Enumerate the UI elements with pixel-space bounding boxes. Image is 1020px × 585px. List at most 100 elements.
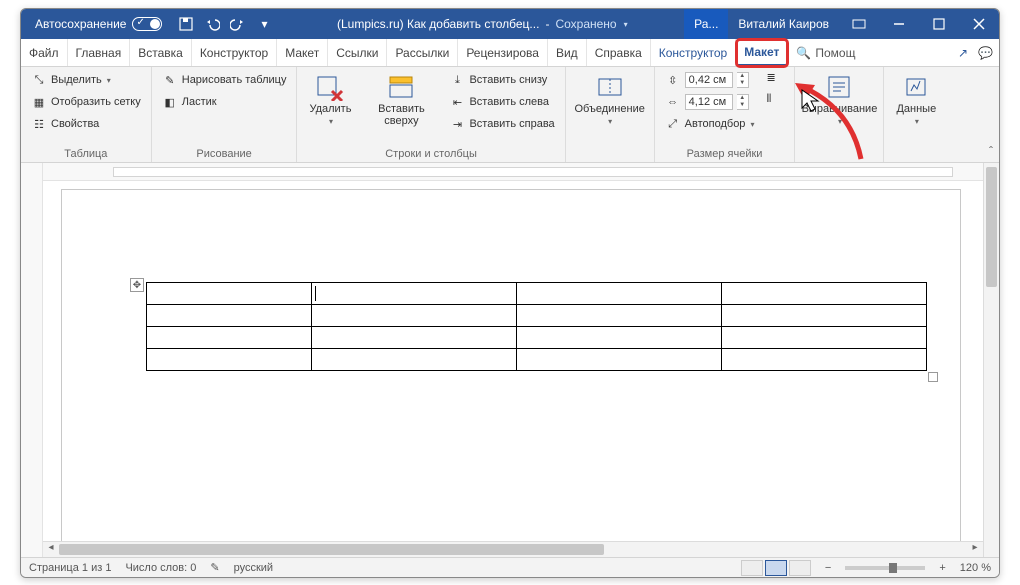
close-icon[interactable] bbox=[959, 9, 999, 39]
vertical-scrollbar[interactable] bbox=[983, 163, 999, 557]
web-layout-icon[interactable] bbox=[789, 560, 811, 576]
delete-button[interactable]: Удалить▾ bbox=[305, 71, 355, 128]
table-cell[interactable] bbox=[722, 349, 927, 371]
toggle-on-icon[interactable]: ✓ bbox=[132, 17, 162, 31]
table-cell[interactable] bbox=[517, 305, 722, 327]
app-window: Автосохранение ✓ ▾ (Lumpics.ru) Как доба… bbox=[20, 8, 1000, 578]
maximize-icon[interactable] bbox=[919, 9, 959, 39]
vertical-ruler[interactable] bbox=[21, 163, 43, 557]
eraser-button[interactable]: ◧Ластик bbox=[160, 93, 289, 111]
insert-left-button[interactable]: ⇤Вставить слева bbox=[447, 93, 556, 111]
spinner-icon[interactable]: ▲▼ bbox=[737, 94, 749, 110]
tab-table-layout[interactable]: Макет bbox=[736, 39, 788, 67]
distribute-rows-icon[interactable]: ≣ bbox=[766, 71, 786, 91]
word-count[interactable]: Число слов: 0 bbox=[125, 562, 196, 574]
table-cell[interactable] bbox=[147, 283, 312, 305]
minimize-icon[interactable] bbox=[879, 9, 919, 39]
share-icon[interactable]: ↗ bbox=[958, 46, 968, 60]
table-cell[interactable] bbox=[722, 283, 927, 305]
document-canvas[interactable]: ✥ bbox=[43, 181, 983, 557]
doc-title-text: (Lumpics.ru) Как добавить столбец... bbox=[337, 17, 539, 31]
comments-icon[interactable]: 💬 bbox=[978, 46, 993, 60]
show-gridlines-button[interactable]: ▦Отобразить сетку bbox=[29, 93, 143, 111]
print-layout-icon[interactable] bbox=[765, 560, 787, 576]
language-indicator[interactable]: русский bbox=[234, 562, 273, 574]
tab-home[interactable]: Главная bbox=[68, 39, 131, 66]
tab-insert[interactable]: Вставка bbox=[130, 39, 192, 66]
table-resize-handle-icon[interactable] bbox=[928, 372, 938, 382]
alignment-button[interactable]: Выравнивание▾ bbox=[803, 71, 875, 128]
zoom-in-icon[interactable]: + bbox=[939, 562, 945, 574]
undo-icon[interactable] bbox=[204, 16, 220, 32]
search-icon: 🔍 bbox=[796, 46, 811, 60]
scroll-right-icon[interactable]: ▸ bbox=[967, 542, 983, 557]
table-cell[interactable] bbox=[517, 349, 722, 371]
tab-mailings[interactable]: Рассылки bbox=[387, 39, 458, 66]
tab-view[interactable]: Вид bbox=[548, 39, 587, 66]
spinner-icon[interactable]: ▲▼ bbox=[737, 72, 749, 88]
ribbon-display-icon[interactable] bbox=[839, 9, 879, 39]
insert-row-below-icon: ⤓ bbox=[449, 72, 465, 88]
qat-more-icon[interactable]: ▾ bbox=[256, 16, 272, 32]
insert-below-button[interactable]: ⤓Вставить снизу bbox=[447, 71, 556, 89]
row-height-field[interactable]: ⇳ 0,42 см▲▼ bbox=[663, 71, 757, 89]
vscroll-thumb[interactable] bbox=[986, 167, 997, 287]
zoom-level[interactable]: 120 % bbox=[960, 562, 991, 574]
autofit-button[interactable]: ⤢Автоподбор▾ bbox=[663, 115, 757, 133]
insert-above-button[interactable]: Вставить сверху bbox=[365, 71, 437, 129]
table-cell[interactable] bbox=[312, 283, 517, 305]
chevron-down-icon[interactable]: ▾ bbox=[624, 20, 628, 29]
account-chip[interactable]: Ра... bbox=[684, 9, 728, 39]
save-icon[interactable] bbox=[178, 16, 194, 32]
merge-cells-icon bbox=[596, 73, 624, 101]
tab-design[interactable]: Конструктор bbox=[192, 39, 277, 66]
tab-file[interactable]: Файл bbox=[21, 39, 68, 66]
document-table[interactable] bbox=[146, 282, 927, 371]
table-cell[interactable] bbox=[517, 283, 722, 305]
table-cell[interactable] bbox=[147, 305, 312, 327]
data-button[interactable]: Данные▾ bbox=[892, 71, 940, 128]
select-button[interactable]: ⤡Выделить▾ bbox=[29, 71, 143, 89]
table-cell[interactable] bbox=[312, 349, 517, 371]
status-bar: Страница 1 из 1 Число слов: 0 ✎ русский … bbox=[21, 557, 999, 577]
page-indicator[interactable]: Страница 1 из 1 bbox=[29, 562, 111, 574]
insert-right-button[interactable]: ⇥Вставить справа bbox=[447, 115, 556, 133]
merge-button[interactable]: Объединение▾ bbox=[574, 71, 646, 128]
tab-layout[interactable]: Макет bbox=[277, 39, 328, 66]
scroll-left-icon[interactable]: ◂ bbox=[43, 542, 59, 557]
tell-me-search[interactable]: 🔍 Помощ bbox=[788, 39, 863, 66]
table-cell[interactable] bbox=[517, 327, 722, 349]
tab-references[interactable]: Ссылки bbox=[328, 39, 387, 66]
autosave-toggle[interactable]: Автосохранение ✓ bbox=[21, 17, 170, 31]
table-cell[interactable] bbox=[147, 349, 312, 371]
table-cell[interactable] bbox=[312, 305, 517, 327]
group-label-table: Таблица bbox=[29, 146, 143, 160]
read-mode-icon[interactable] bbox=[741, 560, 763, 576]
table-move-handle-icon[interactable]: ✥ bbox=[130, 278, 144, 292]
table-cell[interactable] bbox=[147, 327, 312, 349]
tab-help[interactable]: Справка bbox=[587, 39, 651, 66]
col-width-field[interactable]: ⇔ 4,12 см▲▼ bbox=[663, 93, 757, 111]
collapse-ribbon-icon[interactable]: ˆ bbox=[989, 144, 993, 158]
horizontal-scrollbar[interactable]: ◂ ▸ bbox=[43, 541, 983, 557]
table-cell[interactable] bbox=[722, 327, 927, 349]
group-merge: Объединение▾ bbox=[566, 67, 655, 162]
distribute-cols-icon[interactable]: ⦀ bbox=[766, 93, 786, 113]
horizontal-ruler[interactable] bbox=[43, 163, 983, 181]
user-name[interactable]: Виталий Каиров bbox=[728, 9, 839, 39]
table-cell[interactable] bbox=[722, 305, 927, 327]
autofit-icon: ⤢ bbox=[665, 116, 681, 132]
zoom-out-icon[interactable]: − bbox=[825, 562, 831, 574]
properties-button[interactable]: ☷Свойства bbox=[29, 115, 143, 133]
redo-icon[interactable] bbox=[230, 16, 246, 32]
group-label-rows-cols: Строки и столбцы bbox=[305, 146, 556, 160]
hscroll-thumb[interactable] bbox=[59, 544, 604, 555]
tab-table-design[interactable]: Конструктор bbox=[651, 39, 736, 66]
draw-table-button[interactable]: ✎Нарисовать таблицу bbox=[160, 71, 289, 89]
zoom-slider[interactable] bbox=[845, 566, 925, 570]
tab-review[interactable]: Рецензирова bbox=[458, 39, 548, 66]
group-rows-columns: Удалить▾ Вставить сверху ⤓Вставить снизу… bbox=[297, 67, 565, 162]
table-cell[interactable] bbox=[312, 327, 517, 349]
group-alignment: Выравнивание▾ bbox=[795, 67, 884, 162]
proofing-icon[interactable]: ✎ bbox=[210, 561, 219, 574]
